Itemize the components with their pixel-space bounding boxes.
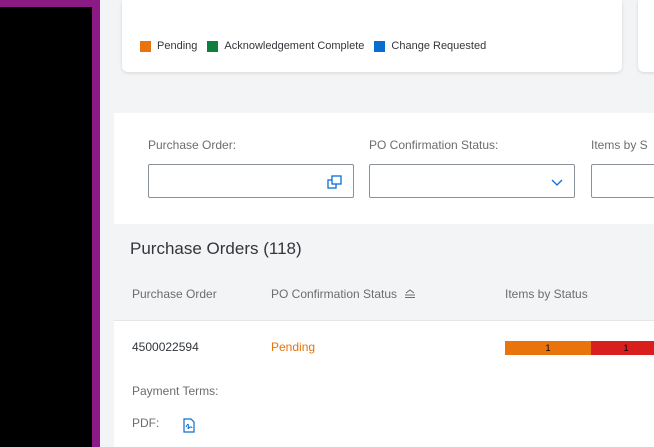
purchase-order-number[interactable]: 4500022594 — [132, 340, 199, 354]
column-header-purchase-order[interactable]: Purchase Order — [132, 287, 217, 301]
left-border — [92, 0, 100, 447]
chart-card-secondary — [638, 0, 654, 72]
chart-legend: Pending Acknowledgement Complete Change … — [140, 40, 496, 52]
status-segment-rejected: 1 — [591, 341, 654, 355]
pdf-icon[interactable] — [180, 417, 198, 435]
legend-item-acknowledgement-complete[interactable]: Acknowledgement Complete — [207, 40, 364, 52]
payment-terms-label: Payment Terms: — [132, 384, 219, 398]
left-border-top — [0, 0, 100, 7]
table-header-row: Purchase Order PO Confirmation Status It… — [114, 272, 654, 321]
value-help-icon[interactable] — [327, 175, 343, 189]
items-by-status-label: Items by S — [591, 138, 648, 152]
legend-label: Pending — [157, 40, 198, 52]
po-status-label: PO Confirmation Status: — [369, 138, 499, 152]
table-toolbar: Purchase Orders (118) — [114, 224, 654, 272]
filter-bar: Purchase Order: PO Confirmation Status: … — [114, 113, 654, 224]
items-by-status-select[interactable] — [591, 164, 654, 198]
main-content: Pending Acknowledgement Complete Change … — [100, 0, 654, 447]
pdf-label: PDF: — [132, 416, 160, 430]
left-dark-panel — [0, 0, 92, 447]
table-row[interactable]: 4500022594 Pending 1 1 Payment Terms: PD… — [114, 321, 654, 447]
status-text: Pending — [271, 340, 316, 354]
legend-label: Acknowledgement Complete — [224, 40, 365, 52]
chart-card: Pending Acknowledgement Complete Change … — [122, 0, 622, 72]
legend-swatch — [140, 40, 151, 52]
po-status-select[interactable] — [369, 164, 575, 198]
sort-icon — [405, 289, 416, 298]
legend-item-change-requested[interactable]: Change Requested — [374, 40, 486, 52]
table-title: Purchase Orders (118) — [130, 239, 302, 258]
legend-item-pending[interactable]: Pending — [140, 40, 197, 52]
column-header-items-by-status[interactable]: Items by Status — [505, 287, 588, 301]
legend-swatch — [207, 40, 219, 52]
status-segment-pending: 1 — [505, 341, 591, 355]
legend-label: Change Requested — [391, 40, 487, 52]
purchase-order-label: Purchase Order: — [148, 138, 237, 152]
chevron-down-icon — [551, 179, 563, 186]
legend-swatch — [374, 40, 386, 52]
purchase-order-input[interactable] — [148, 164, 354, 198]
column-header-label: PO Confirmation Status — [271, 287, 398, 301]
column-header-po-confirmation-status[interactable]: PO Confirmation Status — [271, 287, 417, 301]
items-by-status-bar: 1 1 — [505, 341, 654, 355]
